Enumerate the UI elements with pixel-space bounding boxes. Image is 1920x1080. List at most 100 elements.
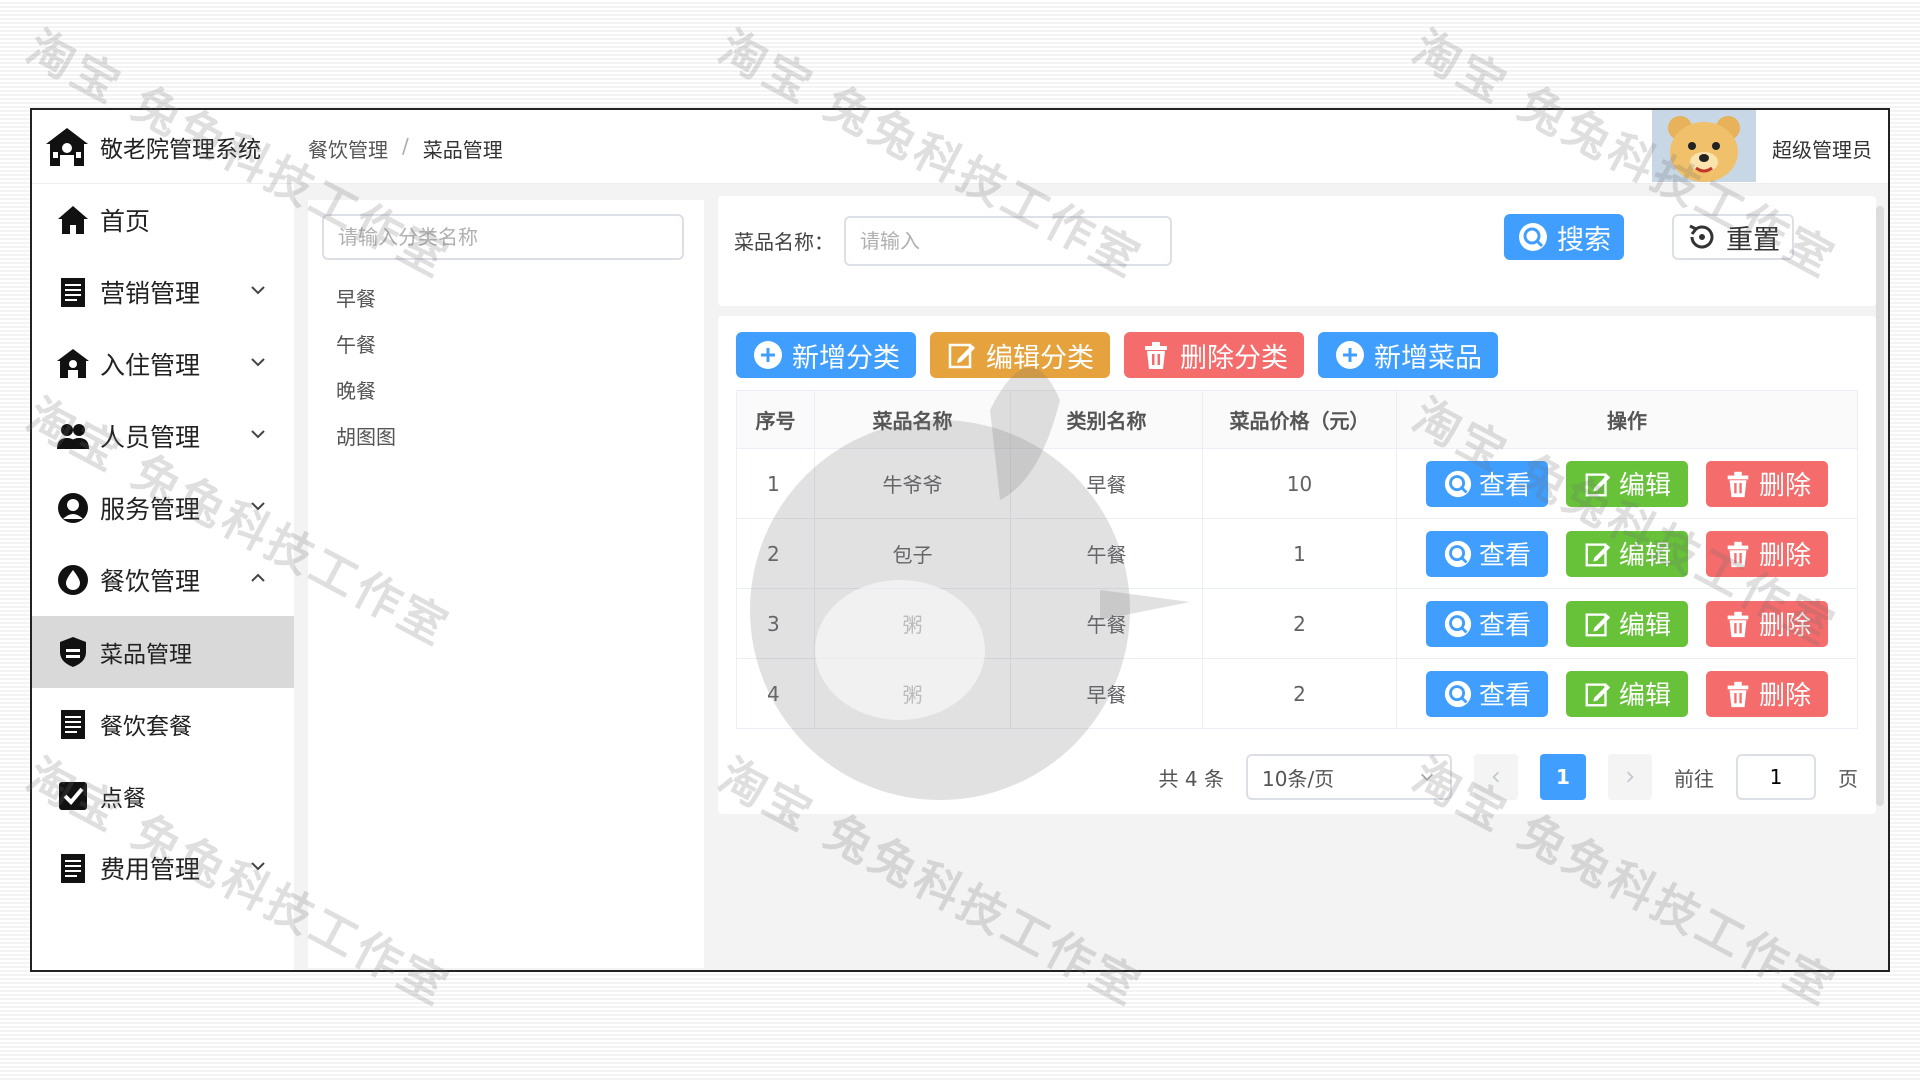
cell-category: 早餐 [1010,448,1203,519]
category-item[interactable]: 胡图图 [336,414,396,460]
sidebar-item-fees[interactable]: 费用管理 [32,832,294,904]
search-icon [1444,610,1472,637]
cell-name: 包子 [814,518,1011,589]
add-dish-button[interactable]: 新增菜品 [1318,332,1498,378]
cell-actions: 查看 编辑 删除 [1396,658,1858,729]
delete-button[interactable]: 删除 [1706,460,1828,507]
view-button[interactable]: 查看 [1426,600,1548,647]
sidebar-item-catering[interactable]: 餐饮管理 [32,544,294,616]
edit-icon [1585,612,1611,636]
chevron-down-icon [251,502,265,511]
page-number-current[interactable]: 1 [1540,754,1586,800]
view-button[interactable]: 查看 [1426,530,1548,577]
cell-price: 2 [1202,588,1397,659]
checkbox-icon [59,782,87,810]
search-icon [1444,540,1472,567]
edit-button[interactable]: 编辑 [1566,530,1688,577]
sidebar: 首页 营销管理 入住管理 人员管理 服务管理 餐饮管理 菜品管理 餐饮套餐 点餐… [32,184,294,970]
category-item[interactable]: 午餐 [336,322,396,368]
column-header: 序号 [736,390,815,449]
chevron-right-icon [1627,771,1634,783]
page-size-select[interactable]: 10条/页 [1246,754,1452,800]
reset-button[interactable]: 重置 [1672,214,1794,260]
delete-category-label: 删除分类 [1180,342,1288,374]
view-label: 查看 [1478,681,1531,711]
search-button-label: 搜索 [1557,224,1611,256]
chevron-down-icon [251,286,265,295]
top-header: 敬老院管理系统 餐饮管理 / 菜品管理 超级管理员 [32,110,1888,184]
view-button[interactable]: 查看 [1426,670,1548,717]
delete-category-button[interactable]: 删除分类 [1124,332,1304,378]
edit-button[interactable]: 编辑 [1566,600,1688,647]
teddy-bear-icon [1652,110,1756,182]
chevron-down-icon [251,358,265,367]
sidebar-item-meal-package[interactable]: 餐饮套餐 [32,688,294,760]
goto-page-input[interactable] [1736,754,1816,800]
category-panel: 早餐 午餐 晚餐 胡图图 [308,200,704,968]
trash-icon [1727,611,1749,637]
breadcrumb-separator: / [402,134,409,158]
app-window: 敬老院管理系统 餐饮管理 / 菜品管理 超级管理员 首页 营销管理 入住管理 人… [30,108,1890,972]
sidebar-item-label: 服务管理 [100,495,201,524]
droplet-icon [58,565,88,595]
sidebar-item-label: 费用管理 [100,855,201,884]
scrollbar[interactable] [1876,206,1884,806]
chevron-down-icon [251,862,265,871]
delete-button[interactable]: 删除 [1706,600,1828,647]
sidebar-item-checkin[interactable]: 入住管理 [32,328,294,400]
sidebar-item-label: 入住管理 [100,351,201,380]
prev-page-button[interactable] [1474,754,1518,800]
cell-name: 粥 [814,658,1011,729]
table-row: 4 粥 早餐 2 查看 编辑 删除 [736,658,1858,729]
category-list: 早餐 午餐 晚餐 胡图图 [336,276,396,460]
chevron-up-icon [251,573,265,582]
table-row: 3 粥 午餐 2 查看 编辑 删除 [736,588,1858,659]
sidebar-item-dish-management[interactable]: 菜品管理 [32,616,294,688]
sidebar-item-service[interactable]: 服务管理 [32,472,294,544]
reset-icon [1689,224,1714,249]
breadcrumb-parent[interactable]: 餐饮管理 [308,134,388,163]
edit-category-button[interactable]: 编辑分类 [930,332,1110,378]
sidebar-item-label: 餐饮管理 [100,567,201,596]
goto-label: 前往 [1674,766,1714,791]
sidebar-item-order[interactable]: 点餐 [32,760,294,832]
column-header: 菜品名称 [814,390,1011,449]
nursing-home-icon [46,128,88,166]
users-icon [57,424,89,449]
edit-icon [1585,472,1611,496]
view-label: 查看 [1478,471,1531,501]
add-category-button[interactable]: 新增分类 [736,332,916,378]
trash-icon [1727,471,1749,497]
edit-button[interactable]: 编辑 [1566,670,1688,717]
delete-button[interactable]: 删除 [1706,530,1828,577]
home-icon [58,206,88,234]
dish-name-input[interactable] [844,216,1172,266]
app-logo[interactable]: 敬老院管理系统 [44,122,261,172]
sidebar-item-marketing[interactable]: 营销管理 [32,256,294,328]
next-page-button[interactable] [1608,754,1652,800]
sidebar-item-home[interactable]: 首页 [32,184,294,256]
table-row: 2 包子 午餐 1 查看 编辑 删除 [736,518,1858,589]
breadcrumb-current: 菜品管理 [422,138,503,162]
avatar[interactable] [1652,110,1756,182]
category-search-input[interactable] [322,214,684,260]
table-row: 1 牛爷爷 早餐 10 查看 编辑 删除 [736,448,1858,519]
edit-icon [1585,682,1611,706]
shield-icon [60,637,86,667]
dish-name-label: 菜品名称： [734,230,834,254]
chevron-down-icon [251,430,265,439]
view-button[interactable]: 查看 [1426,460,1548,507]
sidebar-item-staff[interactable]: 人员管理 [32,400,294,472]
delete-button[interactable]: 删除 [1706,670,1828,717]
user-name[interactable]: 超级管理员 [1772,134,1872,163]
cell-category: 午餐 [1010,588,1203,659]
sidebar-item-label: 首页 [100,207,151,236]
edit-button[interactable]: 编辑 [1566,460,1688,507]
category-item[interactable]: 晚餐 [336,368,396,414]
search-icon [1519,223,1547,251]
search-button[interactable]: 搜索 [1504,214,1624,260]
pagination: 共 4 条 10条/页 1 前往 页 [1159,754,1858,800]
search-icon [1444,680,1472,707]
search-bar: 菜品名称： 搜索 重置 [718,196,1876,306]
category-item[interactable]: 早餐 [336,276,396,322]
